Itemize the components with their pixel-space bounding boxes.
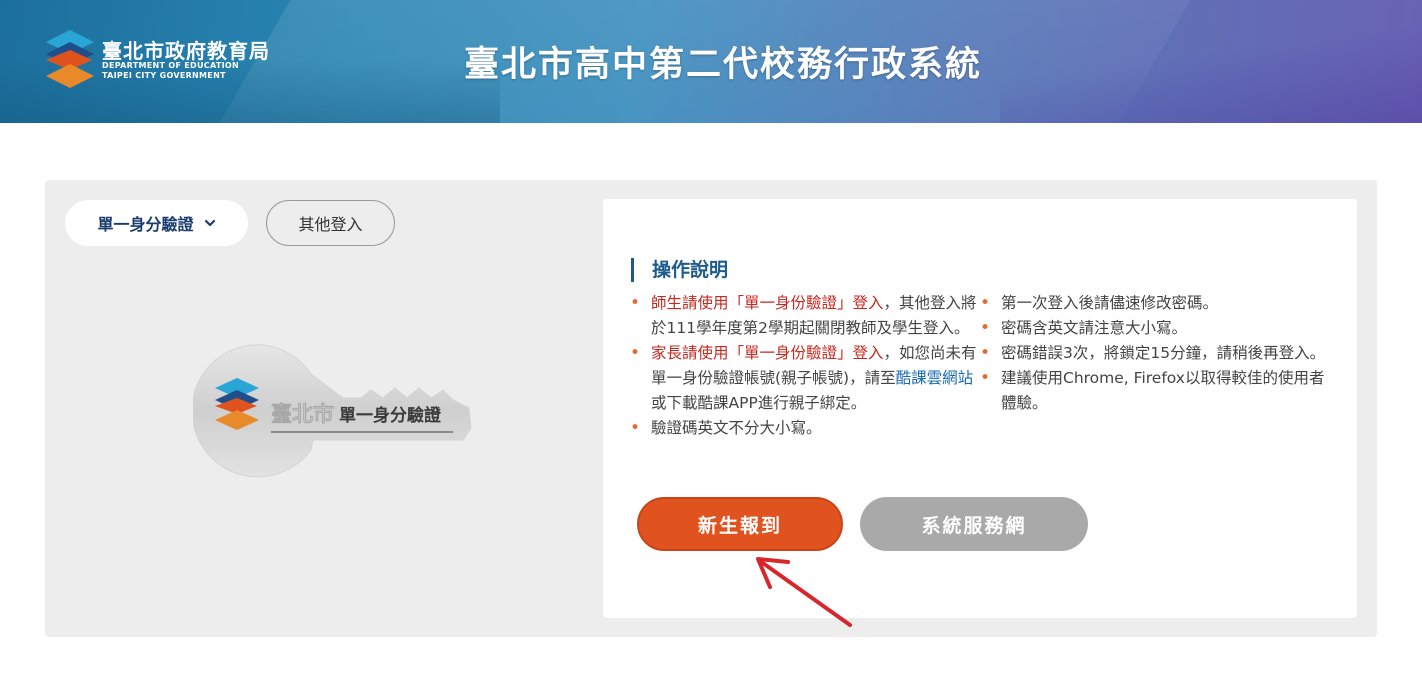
list-item: 家長請使用「單一身份驗證」登入，如您尚未有單一身份驗證帳號(親子帳號)，請至酷課…: [627, 341, 977, 416]
highlight-text: 師生請使用「單一身份驗證」登入: [651, 294, 884, 312]
sso-key-logo-button[interactable]: 臺北市 單一身分驗證: [191, 340, 483, 480]
key-sso-text: 單一身分驗證: [339, 405, 442, 426]
education-department-logo[interactable]: 臺北市政府教育局 DEPARTMENT OF EDUCATION TAIPEI …: [44, 30, 284, 90]
list-item: 密碼含英文請注意大小寫。: [977, 316, 1333, 341]
instruction-list-left: 師生請使用「單一身份驗證」登入，其他登入將於111學年度第2學期起關閉教師及學生…: [627, 291, 977, 441]
coolclass-website-link[interactable]: 酷課雲網站: [896, 369, 974, 387]
key-city-text: 臺北市: [271, 402, 334, 426]
list-item: 密碼錯誤3次，將鎖定15分鐘，請稍後再登入。: [977, 341, 1333, 366]
item-text: 驗證碼英文不分大小寫。: [651, 419, 822, 437]
tab-sso-login[interactable]: 單一身分驗證: [65, 200, 248, 246]
key-icon: 臺北市 單一身分驗證: [191, 344, 472, 478]
instruction-card: 操作說明 師生請使用「單一身份驗證」登入，其他登入將於111學年度第2學期起關閉…: [603, 199, 1357, 618]
list-item: 師生請使用「單一身份驗證」登入，其他登入將於111學年度第2學期起關閉教師及學生…: [627, 291, 977, 341]
logo-english-line2: TAIPEI CITY GOVERNMENT: [102, 71, 226, 80]
logo-english-line1: DEPARTMENT OF EDUCATION: [102, 61, 239, 70]
tab-sso-label: 單一身分驗證: [97, 215, 194, 234]
new-student-registration-button[interactable]: 新生報到: [637, 497, 843, 551]
header-banner: 臺北市政府教育局 DEPARTMENT OF EDUCATION TAIPEI …: [0, 0, 1422, 123]
list-item: 驗證碼英文不分大小寫。: [627, 416, 977, 441]
list-item: 建議使用Chrome, Firefox以取得較佳的使用者體驗。: [977, 366, 1333, 416]
site-title: 臺北市高中第二代校務行政系統: [464, 45, 983, 85]
instruction-list-right: 第一次登入後請儘速修改密碼。 密碼含英文請注意大小寫。 密碼錯誤3次，將鎖定15…: [977, 291, 1333, 416]
logo-chinese-name: 臺北市政府教育局: [102, 39, 270, 63]
highlight-text: 家長請使用「單一身份驗證」登入: [651, 344, 884, 362]
item-text: 或下載酷課APP進行親子綁定。: [651, 394, 867, 412]
chevron-down-icon: [204, 219, 215, 227]
annotation-arrow-icon: [756, 557, 852, 627]
login-panel: 單一身分驗證 其他登入 臺北市 單一身分驗證 操作說明 • 師生請使用「單一身份…: [45, 180, 1377, 637]
list-item: 第一次登入後請儘速修改密碼。: [977, 291, 1333, 316]
system-service-button[interactable]: 系統服務網: [860, 497, 1088, 551]
tab-other-label: 其他登入: [298, 215, 363, 234]
tab-other-login[interactable]: 其他登入: [266, 200, 395, 246]
logo-diamond-icon: [46, 30, 94, 88]
instruction-title: 操作說明: [631, 258, 728, 282]
